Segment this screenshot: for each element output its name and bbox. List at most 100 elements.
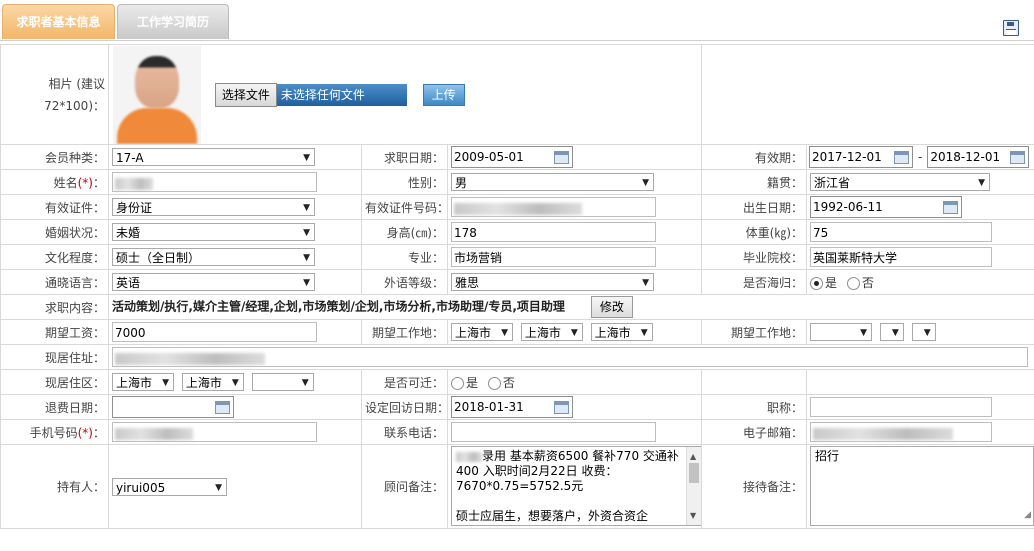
address-label: 现居住址：: [0, 344, 109, 370]
required-mark: (*): [77, 425, 93, 440]
work-place-alt-select-3[interactable]: [911, 323, 936, 342]
holder-label: 持有人：: [0, 444, 109, 529]
returnee-yes-label: 是: [825, 275, 838, 290]
calendar-icon[interactable]: [943, 201, 959, 214]
title-input[interactable]: [810, 397, 993, 417]
birth-date-label: 出生日期：: [701, 194, 808, 220]
hometown-select[interactable]: 浙江省: [810, 173, 991, 192]
apply-date-input[interactable]: 2009-05-01: [451, 146, 573, 168]
consultant-note-text: 录用 基本薪资6500 餐补770 交通补400 入职时间2月22日 收费：76…: [456, 449, 679, 523]
phone-input[interactable]: [451, 422, 656, 442]
salary-label: 期望工资：: [0, 319, 109, 345]
marital-label: 婚姻状况：: [0, 219, 109, 245]
education-select[interactable]: 硕士（全日制）: [112, 248, 315, 267]
relocate-yes-label: 是: [466, 375, 479, 390]
calendar-icon[interactable]: [1010, 151, 1026, 164]
height-input[interactable]: 178: [451, 222, 656, 242]
school-input[interactable]: 英国莱斯特大学: [810, 247, 993, 267]
relocate-no-radio[interactable]: [487, 376, 501, 390]
valid-to-input[interactable]: 2018-12-01: [927, 146, 1030, 168]
photo-blank: [701, 44, 1034, 145]
calendar-icon[interactable]: [554, 151, 569, 164]
calendar-icon[interactable]: [894, 151, 910, 164]
mobile-label: 手机号码(*)：: [0, 419, 109, 445]
empty-cell: [806, 369, 1034, 395]
revisit-date-input[interactable]: 2018-01-31: [451, 396, 573, 418]
returnee-yes-radio[interactable]: [810, 276, 824, 290]
email-label: 电子邮箱：: [701, 419, 808, 445]
refund-date-input[interactable]: [112, 396, 234, 418]
address-input[interactable]: [112, 347, 1028, 367]
mobile-input[interactable]: [112, 422, 317, 442]
language-select[interactable]: 英语: [112, 273, 315, 292]
relocate-label: 是否可迁：: [361, 369, 448, 395]
consultant-note-textarea[interactable]: 录用 基本薪资6500 餐补770 交通补400 入职时间2月22日 收费：76…: [451, 446, 701, 526]
validity-label: 有效期：: [701, 144, 808, 170]
reception-note-label: 接待备注：: [701, 444, 808, 529]
consultant-note-label: 顾问备注：: [361, 444, 448, 529]
birth-date-value: 1992-06-11: [813, 200, 883, 214]
validity-separator: -: [918, 149, 923, 164]
relocate-yes-radio[interactable]: [451, 376, 464, 390]
valid-from-value: 2017-12-01: [812, 150, 882, 164]
work-place-select-3[interactable]: 上海市: [590, 323, 653, 342]
district-label: 现居住区：: [0, 369, 109, 395]
education-label: 文化程度：: [0, 244, 109, 270]
hometown-label: 籍贯：: [701, 169, 808, 195]
salary-input[interactable]: 7000: [112, 322, 317, 342]
title-label: 职称：: [701, 394, 808, 420]
valid-from-input[interactable]: 2017-12-01: [809, 146, 914, 168]
calendar-icon[interactable]: [215, 401, 230, 414]
choose-file-button[interactable]: 选择文件: [214, 82, 277, 107]
district-select-2[interactable]: 上海市: [181, 373, 244, 392]
save-icon[interactable]: [1003, 20, 1019, 36]
school-label: 毕业院校：: [701, 244, 808, 270]
returnee-label: 是否海归：: [701, 269, 808, 295]
reception-note-textarea[interactable]: 招行 ◢: [810, 446, 1034, 526]
revisit-date-label: 设定回访日期：: [361, 394, 448, 420]
tab-work-study-resume[interactable]: 工作学习简历: [117, 4, 229, 39]
applicant-form: 相片 (建议72*100)： 选择文件 未选择任何文件 上传 会员种类： 17-A…: [0, 44, 1034, 529]
upload-button[interactable]: 上传: [422, 83, 465, 106]
tab-basic-info[interactable]: 求职者基本信息: [2, 4, 115, 39]
photo-label: 相片 (建议72*100)：: [0, 44, 109, 145]
reception-note-text: 招行: [815, 449, 840, 463]
work-place-select-2[interactable]: 上海市: [520, 323, 583, 342]
empty-cell: [701, 369, 808, 395]
work-place-alt-select-1[interactable]: [810, 323, 873, 342]
id-number-input[interactable]: [451, 197, 656, 217]
weight-input[interactable]: 75: [810, 222, 993, 242]
holder-select[interactable]: yirui005: [112, 477, 227, 497]
work-place-select-1[interactable]: 上海市: [451, 323, 513, 342]
revisit-date-value: 2018-01-31: [454, 400, 524, 414]
major-input[interactable]: 市场营销: [451, 247, 656, 267]
gender-label: 性别：: [361, 169, 448, 195]
work-place-alt-select-2[interactable]: [879, 323, 904, 342]
gender-select[interactable]: 男: [451, 173, 654, 192]
id-number-label: 有效证件号码：: [361, 194, 448, 220]
member-type-select[interactable]: 17-A: [112, 148, 315, 167]
returnee-no-radio[interactable]: [846, 276, 860, 290]
email-input[interactable]: [810, 422, 993, 442]
weight-label: 体重(㎏)：: [701, 219, 808, 245]
calendar-icon[interactable]: [554, 401, 569, 414]
phone-label: 联系电话：: [361, 419, 448, 445]
textarea-scrollbar[interactable]: ▲ ▼: [686, 447, 701, 525]
district-select-1[interactable]: 上海市: [112, 373, 174, 392]
returnee-no-label: 否: [861, 275, 874, 290]
modify-button[interactable]: 修改: [590, 296, 633, 318]
id-type-select[interactable]: 身份证: [112, 198, 315, 217]
major-label: 专业：: [361, 244, 448, 270]
foreign-level-label: 外语等级：: [361, 269, 448, 295]
relocate-no-label: 否: [502, 375, 515, 390]
name-input[interactable]: [112, 172, 317, 192]
id-type-label: 有效证件：: [0, 194, 109, 220]
foreign-level-select[interactable]: 雅思: [451, 273, 654, 292]
member-type-label: 会员种类：: [0, 144, 109, 170]
job-content-label: 求职内容：: [0, 294, 109, 320]
applicant-photo: [113, 45, 201, 144]
refund-date-label: 退费日期：: [0, 394, 109, 420]
birth-date-input[interactable]: 1992-06-11: [810, 196, 963, 218]
marital-select[interactable]: 未婚: [112, 223, 315, 242]
district-select-3[interactable]: [251, 373, 314, 392]
